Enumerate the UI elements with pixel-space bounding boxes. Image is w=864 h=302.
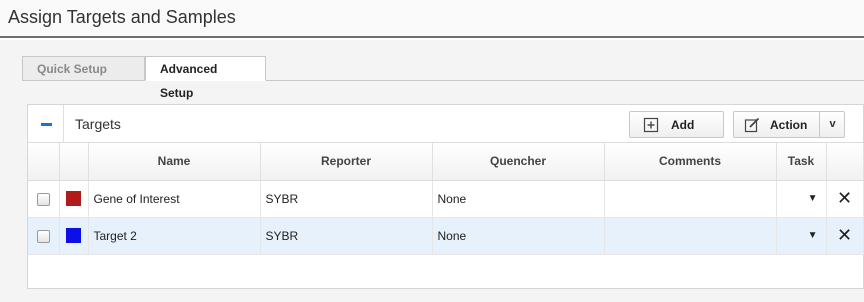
target-name-cell[interactable]: Gene of Interest <box>88 180 261 218</box>
page-title: Assign Targets and Samples <box>8 7 236 27</box>
reporter-cell[interactable]: SYBR <box>260 217 433 255</box>
task-column-header[interactable]: Task <box>776 143 827 181</box>
color-swatch[interactable] <box>66 228 81 244</box>
color-swatch[interactable] <box>66 191 81 207</box>
delete-column-header <box>826 143 864 181</box>
comments-cell[interactable] <box>604 180 777 218</box>
comments-column-header[interactable]: Comments <box>604 143 777 181</box>
task-dropdown[interactable]: ▼ <box>776 180 827 218</box>
delete-row-close-icon[interactable]: ✕ <box>826 180 864 218</box>
targets-section-title: Targets <box>75 116 121 132</box>
targets-panel: Targets Add Action v Name Reporter Quenc… <box>27 104 864 289</box>
target-name-cell[interactable]: Target 2 <box>88 217 261 255</box>
comments-cell[interactable] <box>604 217 777 255</box>
table-row[interactable]: Gene of Interest SYBR None ▼ ✕ <box>28 180 864 218</box>
plus-box-icon <box>643 117 659 133</box>
row-checkbox[interactable] <box>36 192 50 206</box>
collapse-minus-icon[interactable] <box>28 105 64 142</box>
add-target-button[interactable]: Add <box>629 111 724 138</box>
task-dropdown[interactable]: ▼ <box>776 217 827 255</box>
edit-icon <box>744 117 760 133</box>
reporter-cell[interactable]: SYBR <box>260 180 433 218</box>
add-button-label: Add <box>671 118 695 132</box>
action-menu-chevron-down-icon[interactable]: v <box>819 112 845 137</box>
caret-down-icon: ▼ <box>807 229 818 241</box>
targets-toolbar: Targets Add Action v <box>28 105 863 143</box>
reporter-column-header[interactable]: Reporter <box>260 143 433 181</box>
action-button-label: Action <box>770 118 808 132</box>
page-header: Assign Targets and Samples <box>0 0 864 38</box>
quencher-cell[interactable]: None <box>432 217 605 255</box>
targets-table: Name Reporter Quencher Comments Task Gen… <box>28 143 864 255</box>
table-row[interactable]: Target 2 SYBR None ▼ ✕ <box>28 217 864 255</box>
setup-tabs: Quick Setup Advanced Setup <box>22 56 266 100</box>
row-checkbox-cell <box>28 217 60 255</box>
quencher-cell[interactable]: None <box>432 180 605 218</box>
caret-down-icon: ▼ <box>807 192 818 204</box>
row-color-cell <box>59 217 89 255</box>
row-color-cell <box>59 180 89 218</box>
name-column-header[interactable]: Name <box>88 143 261 181</box>
delete-row-close-icon[interactable]: ✕ <box>826 217 864 255</box>
select-column-header <box>28 143 60 181</box>
row-checkbox-cell <box>28 180 60 218</box>
row-checkbox[interactable] <box>36 229 50 243</box>
tab-advanced-setup[interactable]: Advanced Setup <box>145 56 266 100</box>
table-header-row: Name Reporter Quencher Comments Task <box>28 143 864 181</box>
quencher-column-header[interactable]: Quencher <box>432 143 605 181</box>
action-button[interactable]: Action v <box>733 111 845 138</box>
color-column-header <box>59 143 89 181</box>
tab-quick-setup[interactable]: Quick Setup <box>22 56 145 81</box>
